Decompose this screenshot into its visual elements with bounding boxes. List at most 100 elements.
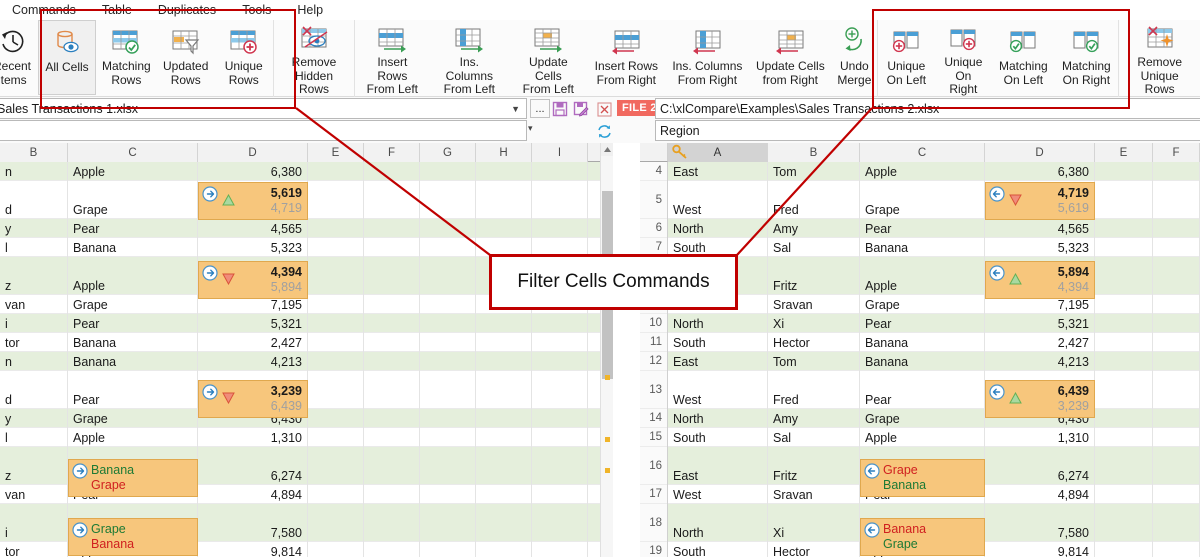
- ribbon-button-insert-columns-from-right[interactable]: Ins. Columns From Right: [665, 20, 749, 95]
- table-cell[interactable]: [420, 485, 476, 504]
- table-cell[interactable]: [1095, 352, 1153, 371]
- table-cell[interactable]: [308, 371, 364, 409]
- table-row[interactable]: North Amy Pear 4,565: [668, 219, 1200, 238]
- table-cell[interactable]: [1153, 162, 1200, 181]
- table-cell[interactable]: West: [668, 181, 768, 219]
- refresh-icon[interactable]: [594, 121, 614, 141]
- table-cell[interactable]: Sravan: [768, 485, 860, 504]
- merge-arrow-icon[interactable]: [989, 265, 1005, 284]
- table-cell[interactable]: [364, 428, 420, 447]
- table-cell[interactable]: Xi: [768, 314, 860, 333]
- row-header[interactable]: 15: [640, 428, 667, 447]
- left-col-header-E[interactable]: E: [308, 143, 364, 162]
- row-header[interactable]: 16: [640, 447, 667, 485]
- table-cell[interactable]: 6,274: [985, 447, 1095, 485]
- table-cell[interactable]: Fritz: [768, 257, 860, 295]
- right-grid-body[interactable]: East Tom Apple 6,380 West Fred Grape 4,719 5,619…: [668, 162, 1200, 557]
- table-cell[interactable]: [1153, 181, 1200, 219]
- table-cell[interactable]: Grape: [860, 295, 985, 314]
- table-cell[interactable]: Hector: [768, 542, 860, 557]
- right-col-header-C[interactable]: C: [860, 143, 985, 162]
- left-grid-body[interactable]: n Apple 6,380 d Grape 5,619 4,719 y Pear 4,565 l Ba…: [0, 162, 600, 557]
- table-cell[interactable]: Sal: [768, 238, 860, 257]
- table-cell[interactable]: [476, 371, 532, 409]
- table-cell[interactable]: Banana: [68, 352, 198, 371]
- right-col-header-B[interactable]: B: [768, 143, 860, 162]
- table-cell[interactable]: [308, 162, 364, 181]
- left-col-header-B[interactable]: B: [0, 143, 68, 162]
- right-col-header-F[interactable]: F: [1153, 143, 1200, 162]
- table-cell[interactable]: Hector: [768, 333, 860, 352]
- table-cell[interactable]: [1153, 542, 1200, 557]
- table-cell[interactable]: [1153, 504, 1200, 542]
- table-cell[interactable]: Fred: [768, 371, 860, 409]
- table-row[interactable]: n Banana 4,213: [0, 352, 600, 371]
- table-cell[interactable]: [420, 219, 476, 238]
- table-row[interactable]: South Sal Apple 1,310: [668, 428, 1200, 447]
- table-cell[interactable]: [308, 238, 364, 257]
- table-cell[interactable]: Tom: [768, 162, 860, 181]
- table-cell[interactable]: 4,565: [985, 219, 1095, 238]
- row-header[interactable]: 14: [640, 409, 667, 428]
- table-cell[interactable]: [1153, 409, 1200, 428]
- table-cell[interactable]: [532, 447, 588, 485]
- table-cell[interactable]: [364, 257, 420, 295]
- left-col-header-F[interactable]: F: [364, 143, 420, 162]
- table-cell[interactable]: [1095, 238, 1153, 257]
- table-cell[interactable]: 1,310: [198, 428, 308, 447]
- table-cell[interactable]: [1095, 219, 1153, 238]
- table-cell[interactable]: 2,427: [985, 333, 1095, 352]
- table-cell[interactable]: [476, 219, 532, 238]
- table-cell[interactable]: [532, 409, 588, 428]
- table-cell[interactable]: [1153, 257, 1200, 295]
- table-cell[interactable]: z: [0, 447, 68, 485]
- table-row[interactable]: South Sal Banana 5,323: [668, 238, 1200, 257]
- close-icon[interactable]: [594, 99, 614, 119]
- table-cell[interactable]: [420, 257, 476, 295]
- table-cell[interactable]: 6,274: [198, 447, 308, 485]
- table-cell[interactable]: [532, 504, 588, 542]
- table-cell[interactable]: [420, 314, 476, 333]
- ribbon-button-insert-rows-from-right[interactable]: Insert Rows From Right: [587, 20, 665, 95]
- table-cell[interactable]: [364, 219, 420, 238]
- table-cell[interactable]: van: [0, 485, 68, 504]
- table-cell[interactable]: [532, 485, 588, 504]
- table-cell[interactable]: i: [0, 504, 68, 542]
- table-row[interactable]: l Apple 1,310: [0, 428, 600, 447]
- table-cell[interactable]: South: [668, 542, 768, 557]
- diff-cell[interactable]: 6,439 3,239: [985, 380, 1095, 418]
- table-cell[interactable]: Banana: [860, 352, 985, 371]
- right-col-header-D[interactable]: D: [985, 143, 1095, 162]
- merge-arrow-icon[interactable]: [864, 463, 880, 482]
- diff-cell[interactable]: 3,239 6,439: [198, 380, 308, 418]
- table-cell[interactable]: 1,310: [985, 428, 1095, 447]
- table-cell[interactable]: [1153, 333, 1200, 352]
- table-cell[interactable]: [1095, 314, 1153, 333]
- table-cell[interactable]: North: [668, 409, 768, 428]
- left-spreadsheet-pane[interactable]: B C D E F G H I n Apple 6,380 d Grape 5,619 4,…: [0, 143, 600, 557]
- table-cell[interactable]: East: [668, 447, 768, 485]
- table-cell[interactable]: Sal: [768, 428, 860, 447]
- table-cell[interactable]: [532, 428, 588, 447]
- table-cell[interactable]: [420, 238, 476, 257]
- row-header[interactable]: 12: [640, 352, 667, 371]
- diff-cell[interactable]: Grape Banana: [68, 518, 198, 556]
- table-cell[interactable]: [364, 295, 420, 314]
- table-cell[interactable]: l: [0, 428, 68, 447]
- table-cell[interactable]: Apple: [860, 428, 985, 447]
- ribbon-button-update-cells-from-right[interactable]: Update Cells from Right: [749, 20, 831, 95]
- merge-arrow-icon[interactable]: [864, 522, 880, 541]
- table-cell[interactable]: [476, 352, 532, 371]
- table-row[interactable]: East Tom Banana 4,213: [668, 352, 1200, 371]
- table-cell[interactable]: Banana: [68, 333, 198, 352]
- table-cell[interactable]: [476, 485, 532, 504]
- table-cell[interactable]: [308, 219, 364, 238]
- table-cell[interactable]: Pear: [860, 219, 985, 238]
- table-cell[interactable]: [364, 409, 420, 428]
- row-header[interactable]: 10: [640, 314, 667, 333]
- right-spreadsheet-pane[interactable]: A B C D E F 4567891011121314151617181920…: [640, 143, 1200, 557]
- left-col-header-H[interactable]: H: [476, 143, 532, 162]
- table-cell[interactable]: [1095, 485, 1153, 504]
- table-cell[interactable]: [1095, 428, 1153, 447]
- merge-arrow-icon[interactable]: [202, 265, 218, 284]
